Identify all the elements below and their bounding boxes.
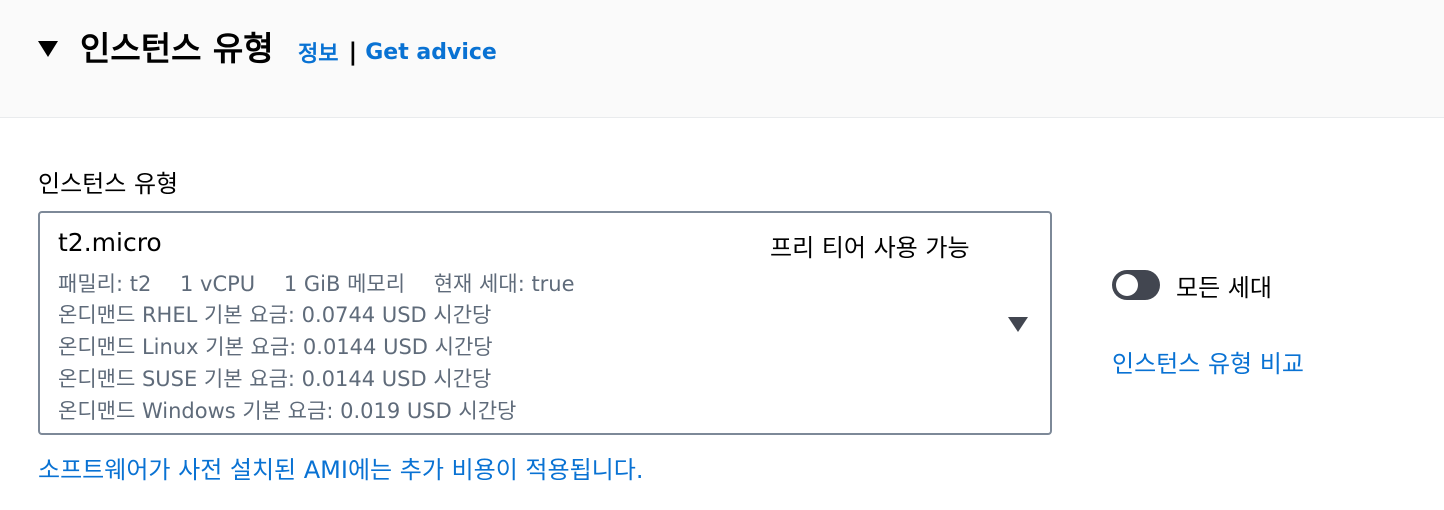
instance-family: 패밀리: t2: [58, 272, 152, 296]
compare-instance-types-link[interactable]: 인스턴스 유형 비교: [1112, 344, 1304, 379]
instance-memory: 1 GiB 메모리: [283, 272, 406, 296]
instance-vcpu: 1 vCPU: [180, 272, 256, 296]
selected-instance-name: t2.micro: [58, 228, 162, 257]
collapse-caret-icon[interactable]: [38, 41, 58, 57]
section-header: 인스턴스 유형 정보 | Get advice: [0, 0, 1444, 118]
price-suse: 온디맨드 SUSE 기본 요금: 0.0144 USD 시간당: [58, 367, 492, 391]
info-link[interactable]: 정보: [298, 36, 338, 68]
instance-generation: 현재 세대: true: [433, 272, 575, 296]
ami-cost-note: 소프트웨어가 사전 설치된 AMI에는 추가 비용이 적용됩니다.: [38, 456, 644, 484]
price-rhel: 온디맨드 RHEL 기본 요금: 0.0744 USD 시간당: [58, 303, 492, 327]
get-advice-link[interactable]: Get advice: [365, 40, 497, 65]
instance-type-label: 인스턴스 유형: [38, 170, 179, 198]
dropdown-arrow-icon: [1008, 317, 1028, 332]
free-tier-badge: 프리 티어 사용 가능: [770, 234, 970, 262]
toggle-knob: [1116, 274, 1138, 296]
header-links: 정보 | Get advice: [298, 36, 497, 68]
link-separator: |: [348, 38, 358, 66]
all-generations-toggle[interactable]: [1112, 270, 1160, 300]
price-windows: 온디맨드 Windows 기본 요금: 0.019 USD 시간당: [58, 399, 517, 423]
all-generations-label: 모든 세대: [1176, 274, 1272, 302]
section-title: 인스턴스 유형: [80, 29, 274, 68]
price-linux: 온디맨드 Linux 기본 요금: 0.0144 USD 시간당: [58, 335, 493, 359]
instance-specs: 패밀리: t2 1 vCPU 1 GiB 메모리 현재 세대: true: [58, 268, 597, 298]
instance-type-select[interactable]: t2.micro 프리 티어 사용 가능 패밀리: t2 1 vCPU 1 Gi…: [38, 211, 1052, 435]
